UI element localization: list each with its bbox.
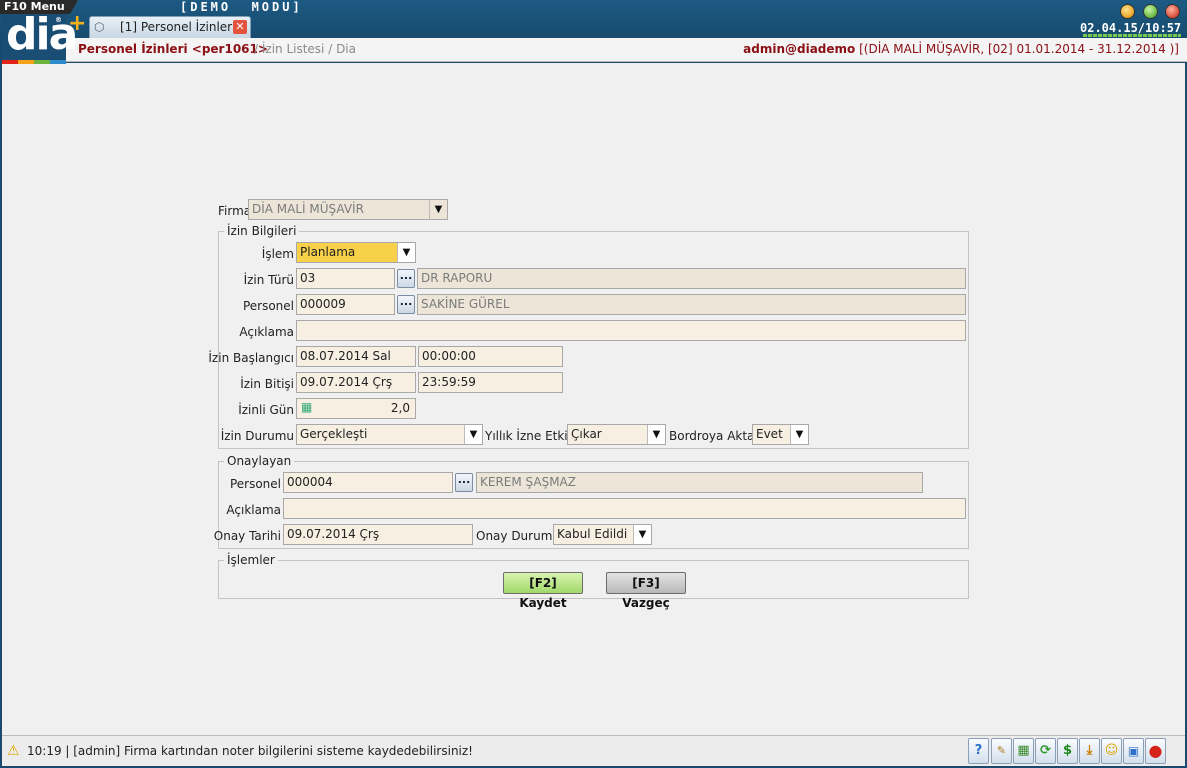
izin-durumu-value: Gerçekleşti [300,427,368,441]
clock: 02.04.15/10:57 [1080,21,1182,35]
onaylayan-aciklama-field[interactable] [283,498,966,519]
logo-registered-mark: ® [55,16,62,24]
logo-stripe [2,60,66,64]
warning-icon: ⚠ [7,743,20,759]
user-context: [(DİA MALİ MÜŞAVİR, [02] 01.01.2014 - 31… [859,42,1179,56]
user-info: admin@diademo [(DİA MALİ MÜŞAVİR, [02] 0… [743,42,1179,56]
firma-label: Firma [218,204,252,218]
izin-bilgileri-legend: İzin Bilgileri [224,224,300,238]
bordroya-aktar-value: Evet [756,427,783,441]
aciklama-label: Açıklama [239,325,294,339]
baslangic-label: İzin Başlangıcı [208,351,294,365]
izin-turu-label: İzin Türü [243,273,294,287]
onaylayan-personel-code-field[interactable]: 000004 [283,472,453,493]
onaylayan-personel-label: Personel [229,477,281,491]
izinli-gun-label: İzinli Gün [238,403,294,417]
bitis-label: İzin Bitişi [240,377,294,391]
yillik-izne-etkisi-select[interactable]: Çıkar ▼ [567,424,666,445]
app-window: F10 Menu [DEMO MODU] + ⬡ [1] Personel İz… [0,0,1187,768]
tab-label: [1] Personel İzinleri [120,20,236,34]
cancel-button[interactable]: [F3] Vazgeç [606,572,686,610]
help-icon[interactable]: ? [968,738,989,764]
calculator-icon[interactable]: ▦ [1013,738,1034,764]
izin-turu-code-field[interactable]: 03 [296,268,395,289]
onay-tarihi-field[interactable]: 09.07.2014 Çrş [283,524,473,545]
islem-select[interactable]: Planlama ▼ [296,242,416,263]
islemler-group: İşlemler [218,553,969,599]
izin-durumu-select[interactable]: Gerçekleşti ▼ [296,424,483,445]
izinli-gun-value: 2,0 [390,401,410,415]
izin-turu-name-field: DR RAPORU [417,268,966,289]
onay-durumu-select[interactable]: Kabul Edildi ▼ [553,524,652,545]
logo-text: dia [6,9,78,60]
yillik-izne-etkisi-label: Yıllık İzne Etkisi [485,429,578,443]
yillik-izne-etkisi-value: Çıkar [571,427,602,441]
breadcrumb-path[interactable]: / İzin Listesi / Dia [254,42,356,56]
save-button[interactable]: [F2] Kaydet [503,572,583,610]
tab-close-icon[interactable]: ✕ [233,20,247,34]
bordroya-aktar-label: Bordroya Aktar [669,429,760,443]
demo-mode-label: [DEMO MODU] [180,0,303,14]
onaylayan-personel-lookup-button[interactable]: ... [455,473,473,492]
chevron-down-icon: ▼ [429,200,447,219]
personel-name-field: SAKİNE GÜREL [417,294,966,315]
onay-durumu-value: Kabul Edildi [557,527,628,541]
chevron-down-icon: ▼ [790,425,808,444]
onay-tarihi-label: Onay Tarihi [213,529,281,543]
breadcrumb: Personel İzinleri <per1061> / İzin Liste… [66,38,1187,62]
status-message: 10:19 | [admin] Firma kartından noter bi… [27,744,473,758]
clock-indicator-bar [1083,34,1181,37]
baslangic-date-field[interactable]: 08.07.2014 Sal [296,346,416,367]
tab-personel-izinleri[interactable]: ⬡ [1] Personel İzinleri ✕ [89,16,251,38]
window-maximize-button[interactable] [1143,4,1158,19]
status-bar: ⚠ 10:19 | [admin] Firma kartından noter … [2,735,1185,766]
izin-durumu-label: İzin Durumu [220,429,294,443]
personel-lookup-button[interactable]: ... [397,295,415,314]
stop-icon[interactable]: ● [1145,738,1166,764]
islem-label: İşlem [261,247,294,261]
firma-select[interactable]: DİA MALİ MÜŞAVİR ▼ [248,199,448,220]
calculator-icon[interactable]: ▦ [301,400,312,415]
chevron-down-icon: ▼ [647,425,665,444]
onaylayan-aciklama-label: Açıklama [226,503,281,517]
tab-document-icon: ⬡ [94,20,105,34]
chevron-down-icon: ▼ [397,243,415,262]
page-title: Personel İzinleri <per1061> [78,42,268,56]
onay-durumu-label: Onay Durumu [476,529,560,543]
window-minimize-button[interactable] [1120,4,1135,19]
aciklama-field[interactable] [296,320,966,341]
onaylayan-legend: Onaylayan [224,454,295,468]
chevron-down-icon: ▼ [633,525,651,544]
bordroya-aktar-select[interactable]: Evet ▼ [752,424,809,445]
top-bar: F10 Menu [DEMO MODU] + ⬡ [1] Personel İz… [0,0,1187,38]
window-close-button[interactable] [1165,4,1180,19]
islemler-legend: İşlemler [224,553,278,567]
chevron-down-icon: ▼ [464,425,482,444]
lock-icon[interactable]: ▣ [1123,738,1144,764]
download-icon[interactable]: ⤓ [1079,738,1100,764]
dia-logo: dia ® [2,13,78,64]
refresh-icon[interactable]: ⟳ [1035,738,1056,764]
bitis-date-field[interactable]: 09.07.2014 Çrş [296,372,416,393]
main-content: Firma DİA MALİ MÜŞAVİR ▼ İzin Bilgileri … [2,63,1185,735]
baslangic-time-field[interactable]: 00:00:00 [418,346,563,367]
smiley-icon[interactable]: ☺ [1101,738,1122,764]
firma-value: DİA MALİ MÜŞAVİR [252,202,364,216]
personel-code-field[interactable]: 000009 [296,294,395,315]
islem-value: Planlama [300,245,356,259]
onaylayan-personel-name-field: KEREM ŞAŞMAZ [476,472,923,493]
izin-turu-lookup-button[interactable]: ... [397,269,415,288]
dollar-icon[interactable]: $ [1057,738,1078,764]
bitis-time-field[interactable]: 23:59:59 [418,372,563,393]
user-name: admin@diademo [743,42,856,56]
wrench-icon[interactable]: ✎ [991,738,1012,764]
personel-label: Personel [242,299,294,313]
izinli-gun-field[interactable]: ▦ 2,0 [296,398,416,419]
